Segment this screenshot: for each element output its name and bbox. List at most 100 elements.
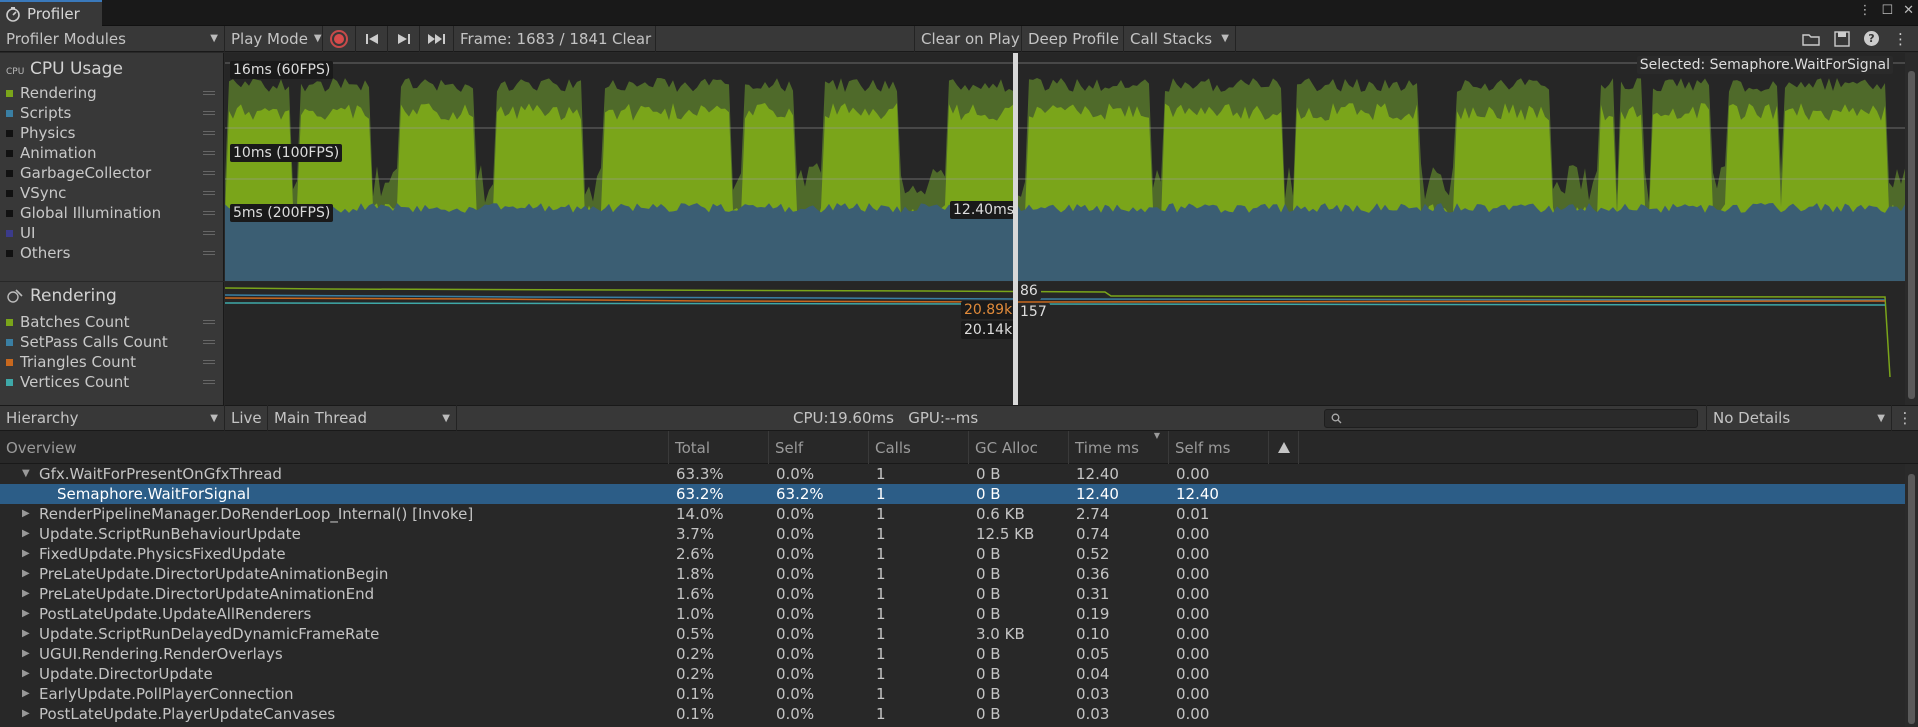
- expand-right-icon[interactable]: ▶: [22, 524, 30, 544]
- more-options-icon[interactable]: ⋮: [1858, 3, 1871, 18]
- chart-scrollbar-thumb[interactable]: [1908, 71, 1915, 399]
- expand-right-icon[interactable]: ▶: [22, 564, 30, 584]
- cpu-legend-item[interactable]: GarbageCollector: [0, 163, 223, 183]
- cpu-area-chart[interactable]: [225, 53, 1905, 281]
- menu-icon[interactable]: ⋮: [1893, 30, 1908, 48]
- drag-handle-icon[interactable]: [203, 320, 215, 324]
- search-input[interactable]: [1324, 408, 1698, 428]
- row-calls: 1: [876, 685, 886, 703]
- rendering-legend-item[interactable]: Triangles Count: [0, 352, 223, 372]
- column-calls[interactable]: Calls: [869, 431, 969, 464]
- row-self: 0.0%: [776, 665, 815, 683]
- cpu-legend-item[interactable]: Global Illumination: [0, 203, 223, 223]
- cpu-usage-chart[interactable]: 16ms (60FPS) 10ms (100FPS) 5ms (200FPS) …: [225, 53, 1905, 281]
- view-mode-dropdown[interactable]: Hierarchy ▼: [0, 405, 225, 431]
- record-button[interactable]: [323, 25, 356, 52]
- load-folder-icon[interactable]: [1802, 32, 1820, 46]
- column-self-ms[interactable]: Self ms: [1169, 431, 1269, 464]
- drag-handle-icon[interactable]: [203, 211, 215, 215]
- column-overview[interactable]: Overview: [0, 431, 669, 464]
- details-dropdown[interactable]: No Details ▼: [1706, 405, 1892, 431]
- drag-handle-icon[interactable]: [203, 151, 215, 155]
- expand-right-icon[interactable]: ▶: [22, 704, 30, 724]
- expand-right-icon[interactable]: ▶: [22, 584, 30, 604]
- table-row[interactable]: ▶ PostLateUpdate.PlayerUpdateCanvases 0.1%…: [0, 704, 1905, 724]
- rendering-legend-item[interactable]: Batches Count: [0, 312, 223, 332]
- profiler-tab[interactable]: Profiler: [0, 0, 102, 26]
- drag-handle-icon[interactable]: [203, 111, 215, 115]
- table-row[interactable]: ▶ FixedUpdate.PhysicsFixedUpdate 2.6% 0.0% 1…: [0, 544, 1905, 564]
- cpu-legend-item[interactable]: Rendering: [0, 83, 223, 103]
- frame-cursor[interactable]: [1013, 53, 1018, 405]
- hierarchy-scrollbar-thumb[interactable]: [1908, 474, 1915, 724]
- expand-right-icon[interactable]: ▶: [22, 604, 30, 624]
- rendering-legend-item[interactable]: Vertices Count: [0, 372, 223, 392]
- expand-right-icon[interactable]: ▶: [22, 684, 30, 704]
- expand-down-icon[interactable]: ▼: [22, 464, 30, 484]
- table-row[interactable]: ▶ UGUI.Rendering.RenderOverlays 0.2% 0.0% 1 0…: [0, 644, 1905, 664]
- rendering-module-title[interactable]: Rendering: [0, 282, 223, 310]
- drag-handle-icon[interactable]: [203, 340, 215, 344]
- table-row[interactable]: ▶ EarlyUpdate.PollPlayerConnection 0.1% 0.0…: [0, 684, 1905, 704]
- clear-button[interactable]: Clear: [606, 25, 656, 52]
- rendering-line-chart[interactable]: [225, 282, 1905, 405]
- rendering-legend-item[interactable]: SetPass Calls Count: [0, 332, 223, 352]
- expand-right-icon[interactable]: ▶: [22, 504, 30, 524]
- call-stacks-dropdown[interactable]: Call Stacks ▼: [1124, 25, 1236, 52]
- table-row[interactable]: Semaphore.WaitForSignal 63.2% 63.2% 1 0 B 12.…: [0, 484, 1905, 504]
- hierarchy-menu-icon[interactable]: ⋮: [1892, 409, 1918, 427]
- cpu-module-title[interactable]: CPU CPU Usage: [0, 55, 223, 83]
- drag-handle-icon[interactable]: [203, 171, 215, 175]
- expand-right-icon[interactable]: ▶: [22, 624, 30, 644]
- help-icon[interactable]: ?: [1864, 31, 1879, 46]
- table-row[interactable]: ▼ Gfx.WaitForPresentOnGfxThread 63.3% 0.0% 1…: [0, 464, 1905, 484]
- cpu-legend-item[interactable]: Physics: [0, 123, 223, 143]
- live-toggle[interactable]: Live: [225, 405, 268, 431]
- column-total[interactable]: Total: [669, 431, 769, 464]
- cpu-legend-item[interactable]: Animation: [0, 143, 223, 163]
- row-total: 2.6%: [676, 545, 715, 563]
- deep-profile-toggle[interactable]: Deep Profile: [1022, 25, 1124, 52]
- table-row[interactable]: ▶ RenderPipelineManager.DoRenderLoop_Inte…: [0, 504, 1905, 524]
- cpu-legend-item[interactable]: UI: [0, 223, 223, 243]
- cpu-legend-item[interactable]: Others: [0, 243, 223, 263]
- drag-handle-icon[interactable]: [203, 191, 215, 195]
- column-self[interactable]: Self: [769, 431, 869, 464]
- drag-handle-icon[interactable]: [203, 131, 215, 135]
- expand-right-icon[interactable]: ▶: [22, 544, 30, 564]
- column-gc-alloc[interactable]: GC Alloc: [969, 431, 1069, 464]
- table-row[interactable]: ▶ PreLateUpdate.DirectorUpdateAnimationEn…: [0, 584, 1905, 604]
- row-total: 0.2%: [676, 645, 715, 663]
- column-time-ms[interactable]: Time ms ▼: [1069, 431, 1169, 464]
- thread-dropdown[interactable]: Main Thread ▼: [268, 405, 457, 431]
- hierarchy-scrollbar[interactable]: [1905, 464, 1918, 727]
- close-icon[interactable]: ✕: [1903, 3, 1914, 18]
- cpu-legend-item[interactable]: VSync: [0, 183, 223, 203]
- table-row[interactable]: ▶ Update.DirectorUpdate 0.2% 0.0% 1 0 B 0.04 0.…: [0, 664, 1905, 684]
- expand-right-icon[interactable]: ▶: [22, 644, 30, 664]
- clear-on-play-toggle[interactable]: Clear on Play: [914, 25, 1022, 52]
- table-row[interactable]: ▶ Update.ScriptRunDelayedDynamicFrameRate…: [0, 624, 1905, 644]
- drag-handle-icon[interactable]: [203, 360, 215, 364]
- expand-right-icon[interactable]: ▶: [22, 664, 30, 684]
- thread-label: Main Thread: [274, 409, 368, 427]
- save-icon[interactable]: [1834, 30, 1850, 47]
- chart-scrollbar[interactable]: [1905, 53, 1918, 405]
- table-row[interactable]: ▶ Update.ScriptRunBehaviourUpdate 3.7% 0.0%…: [0, 524, 1905, 544]
- table-row[interactable]: ▶ PreLateUpdate.DirectorUpdateAnimationBe…: [0, 564, 1905, 584]
- chevron-down-icon: ▼: [1221, 33, 1229, 44]
- maximize-icon[interactable]: ☐: [1881, 3, 1893, 18]
- rendering-chart[interactable]: 86 157 20.89k 20.14k: [225, 282, 1905, 405]
- profiler-modules-dropdown[interactable]: Profiler Modules ▼: [0, 25, 225, 52]
- drag-handle-icon[interactable]: [203, 251, 215, 255]
- play-mode-dropdown[interactable]: Play Mode ▼: [225, 25, 323, 52]
- current-frame-button[interactable]: [420, 25, 454, 52]
- cpu-legend-item[interactable]: Scripts: [0, 103, 223, 123]
- table-row[interactable]: ▶ PostLateUpdate.UpdateAllRenderers 1.0% 0.…: [0, 604, 1905, 624]
- drag-handle-icon[interactable]: [203, 231, 215, 235]
- drag-handle-icon[interactable]: [203, 380, 215, 384]
- drag-handle-icon[interactable]: [203, 91, 215, 95]
- column-warning[interactable]: [1269, 431, 1299, 464]
- next-frame-button[interactable]: [388, 25, 420, 52]
- first-frame-button[interactable]: [356, 25, 388, 52]
